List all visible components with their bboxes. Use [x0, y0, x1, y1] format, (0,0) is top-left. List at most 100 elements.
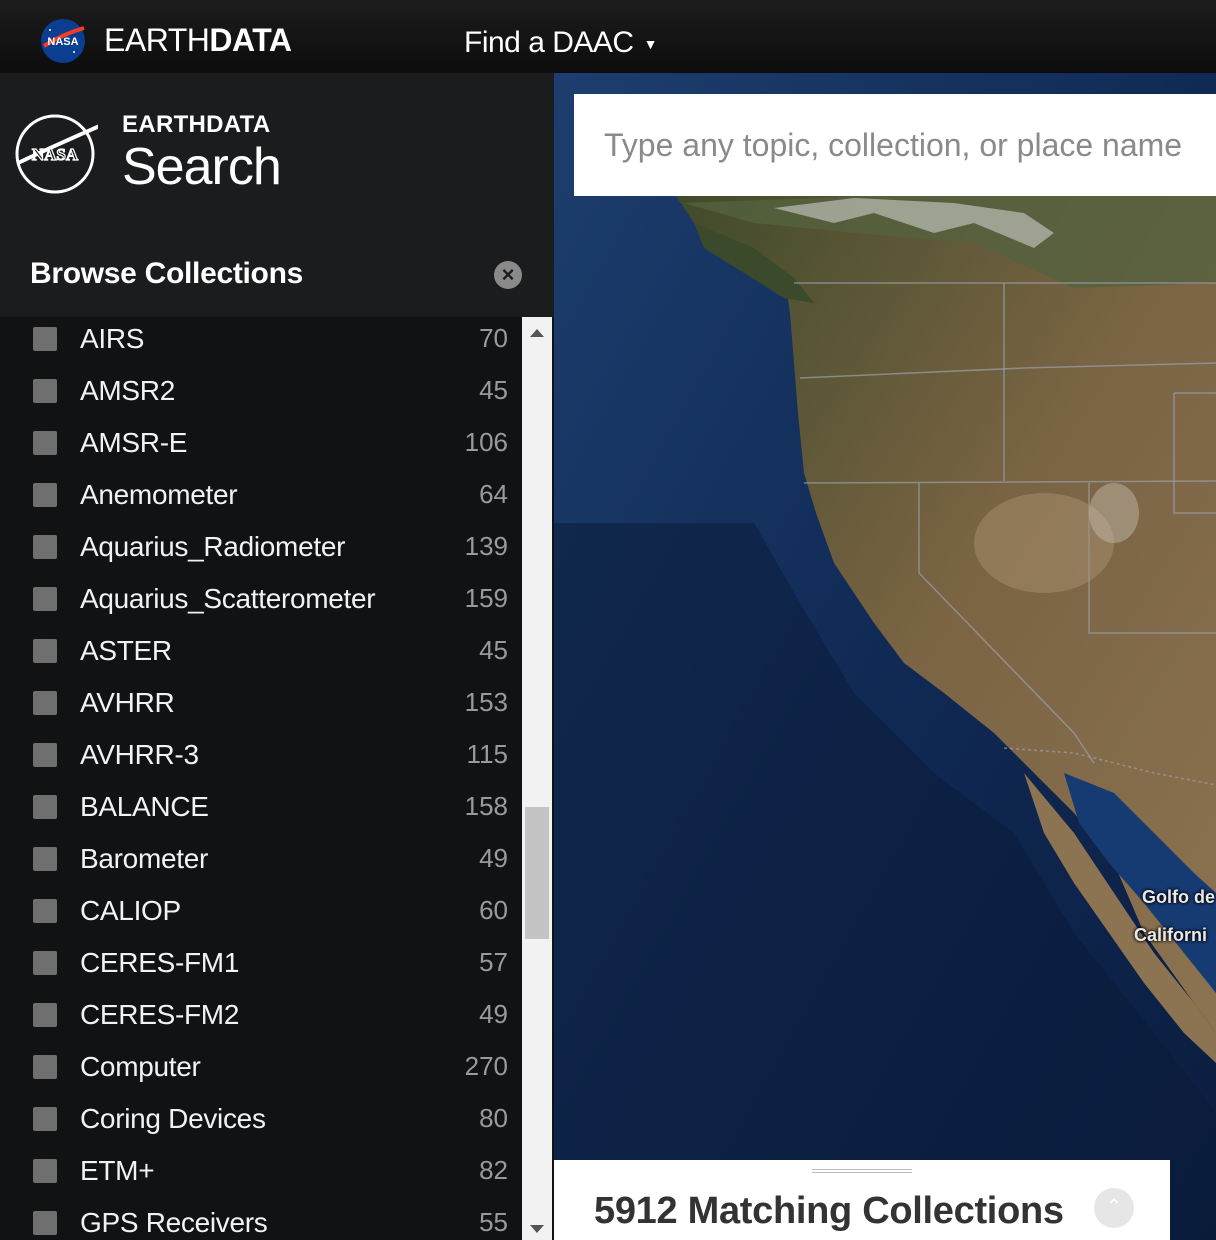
list-item[interactable]: ASTER 45	[0, 629, 520, 681]
checkbox[interactable]	[33, 691, 57, 715]
checkbox[interactable]	[33, 379, 57, 403]
satellite-map[interactable]	[554, 73, 1216, 1240]
checkbox[interactable]	[33, 535, 57, 559]
expand-up-icon[interactable]: ⌃	[1094, 1188, 1134, 1228]
collection-count: 55	[479, 1207, 508, 1237]
list-item[interactable]: AVHRR 153	[0, 681, 520, 733]
collection-name: ASTER	[80, 635, 172, 666]
panel-drag-handle[interactable]	[812, 1169, 912, 1173]
collection-name: Aquarius_Radiometer	[80, 531, 346, 562]
checkbox[interactable]	[33, 431, 57, 455]
checkbox[interactable]	[33, 743, 57, 767]
collection-name: GPS Receivers	[80, 1207, 268, 1238]
scroll-up-arrow-icon[interactable]	[530, 329, 544, 337]
list-item[interactable]: ETM+ 82	[0, 1149, 520, 1201]
list-item[interactable]: CERES-FM2 49	[0, 993, 520, 1045]
list-item[interactable]: AMSR-E 106	[0, 421, 520, 473]
earthdata-label: EARTHDATA	[122, 111, 271, 138]
find-daac-menu[interactable]: Find a DAAC ▼	[464, 26, 657, 60]
list-item[interactable]: BALANCE 158	[0, 785, 520, 837]
checkbox[interactable]	[33, 1159, 57, 1183]
sidebar: NASA EARTHDATA Search Browse Collections…	[0, 73, 554, 1240]
list-item[interactable]: CALIOP 60	[0, 889, 520, 941]
checkbox[interactable]	[33, 899, 57, 923]
nasa-logo-icon[interactable]: NASA	[12, 111, 98, 197]
collection-name: AIRS	[80, 323, 145, 354]
collections-list-container[interactable]: AIRS 70 AMSR2 45 AMSR-E 106 Anemometer 64 Aquari…	[0, 317, 554, 1240]
nasa-logo-icon[interactable]: NASA	[38, 16, 88, 66]
list-item[interactable]: Aquarius_Scatterometer 159	[0, 577, 520, 629]
scrollbar[interactable]	[522, 317, 552, 1240]
brand-bold-text: DATA	[209, 22, 292, 58]
collection-count: 270	[464, 1051, 508, 1081]
list-item[interactable]: CERES-FM1 57	[0, 941, 520, 993]
list-item[interactable]: AVHRR-3 115	[0, 733, 520, 785]
checkbox[interactable]	[33, 327, 57, 351]
earthdata-brand[interactable]: EARTHDATA	[104, 22, 292, 59]
collection-name: ETM+	[80, 1155, 155, 1186]
results-panel[interactable]: 5912 Matching Collections ⌃	[554, 1160, 1170, 1240]
list-item[interactable]: Anemometer 64	[0, 473, 520, 525]
collection-count: 139	[464, 531, 508, 561]
checkbox[interactable]	[33, 1107, 57, 1131]
scrollbar-thumb[interactable]	[525, 807, 549, 939]
brand-light-text: EARTH	[104, 22, 210, 58]
collection-name: BALANCE	[80, 791, 209, 822]
svg-text:NASA: NASA	[47, 36, 78, 48]
collection-name: Anemometer	[80, 479, 238, 510]
list-item[interactable]: Barometer 49	[0, 837, 520, 889]
collection-count: 45	[479, 635, 508, 665]
top-navigation-bar: NASA EARTHDATA Find a DAAC ▼	[0, 0, 1216, 73]
scroll-down-arrow-icon[interactable]	[530, 1225, 544, 1233]
search-input[interactable]	[574, 94, 1216, 196]
collection-name: Barometer	[80, 843, 209, 874]
checkbox[interactable]	[33, 847, 57, 871]
close-icon[interactable]: ×	[494, 261, 522, 289]
collection-name: Computer	[80, 1051, 201, 1082]
checkbox[interactable]	[33, 1211, 57, 1235]
collection-name: AVHRR-3	[80, 739, 199, 770]
collection-name: Coring Devices	[80, 1103, 266, 1134]
list-item[interactable]: AIRS 70	[0, 317, 520, 369]
matching-collections-count: 5912 Matching Collections	[594, 1190, 1064, 1232]
browse-collections-title: Browse Collections	[30, 257, 303, 290]
collection-count: 153	[464, 687, 508, 717]
collections-list: AIRS 70 AMSR2 45 AMSR-E 106 Anemometer 64 Aquari…	[0, 317, 520, 1240]
collection-count: 49	[479, 999, 508, 1029]
map-label-golfo: Golfo de	[1142, 887, 1215, 907]
collection-name: CERES-FM1	[80, 947, 240, 978]
collection-count: 159	[464, 583, 508, 613]
collection-count: 106	[464, 427, 508, 457]
collection-name: AMSR-E	[80, 427, 188, 458]
checkbox[interactable]	[33, 587, 57, 611]
svg-text:NASA: NASA	[32, 145, 79, 164]
collection-count: 45	[479, 375, 508, 405]
map-view[interactable]: Golfo de Californi	[554, 73, 1216, 1240]
collection-count: 60	[479, 895, 508, 925]
collection-name: Aquarius_Scatterometer	[80, 583, 376, 614]
checkbox[interactable]	[33, 951, 57, 975]
checkbox[interactable]	[33, 483, 57, 507]
list-item[interactable]: AMSR2 45	[0, 369, 520, 421]
checkbox[interactable]	[33, 795, 57, 819]
collection-count: 158	[464, 791, 508, 821]
map-label-california: Californi	[1134, 925, 1208, 945]
collection-count: 49	[479, 843, 508, 873]
collection-count: 64	[479, 479, 508, 509]
search-heading: Search	[122, 138, 282, 196]
list-item[interactable]: Aquarius_Radiometer 139	[0, 525, 520, 577]
checkbox[interactable]	[33, 1003, 57, 1027]
checkbox[interactable]	[33, 639, 57, 663]
collection-count: 70	[479, 323, 508, 353]
collection-name: CALIOP	[80, 895, 181, 926]
collection-count: 57	[479, 947, 508, 977]
collection-name: CERES-FM2	[80, 999, 240, 1030]
list-item[interactable]: GPS Receivers 55	[0, 1201, 520, 1240]
caret-down-icon: ▼	[643, 36, 658, 53]
collection-count: 115	[466, 739, 508, 769]
list-item[interactable]: Coring Devices 80	[0, 1097, 520, 1149]
checkbox[interactable]	[33, 1055, 57, 1079]
find-daac-label: Find a DAAC	[464, 26, 634, 59]
list-item[interactable]: Computer 270	[0, 1045, 520, 1097]
collection-count: 80	[479, 1103, 508, 1133]
